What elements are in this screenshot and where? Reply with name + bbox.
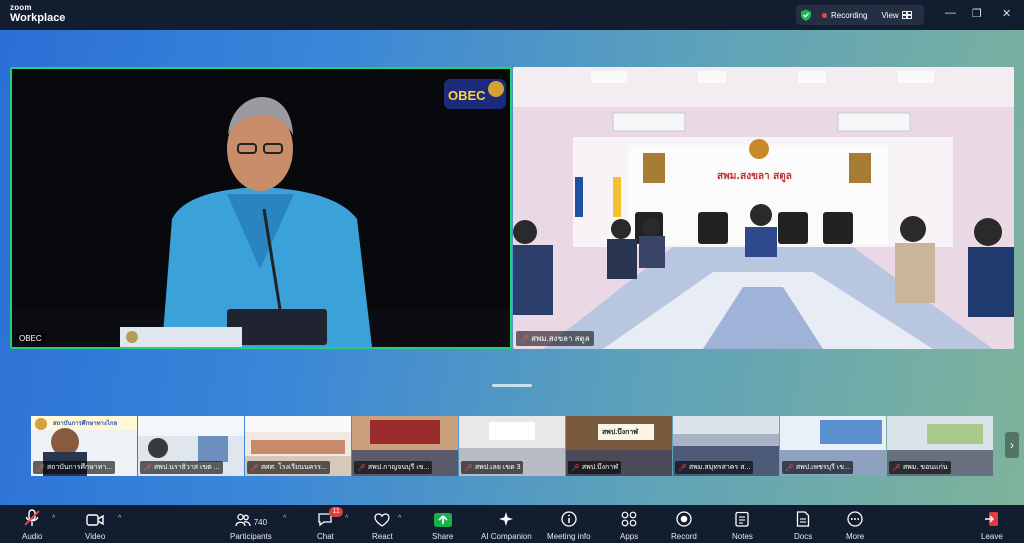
video-options-chevron-icon[interactable]: ^ <box>118 515 121 522</box>
apps-button[interactable]: Apps <box>620 509 638 541</box>
audio-options-chevron-icon[interactable]: ^ <box>52 515 55 522</box>
react-button[interactable]: React <box>372 509 393 541</box>
video-tile-songkhla[interactable]: สพม.สงขลา สตูล 🎤︎ สพม.สงขลา สตูล <box>513 67 1014 349</box>
thumb-sign: สพป.บึงกาฬ <box>602 429 639 436</box>
meeting-toolbar: Audio ^ Video ^ 740 Participants ^ 11 Ch… <box>0 505 1024 543</box>
video-button[interactable]: Video <box>85 509 105 541</box>
share-screen-icon <box>433 513 452 527</box>
thumb-tile-8[interactable]: 🎤︎ สพป.เพชรบุรี เข... <box>780 416 886 476</box>
record-button[interactable]: Record <box>671 509 697 541</box>
room-sign: สพม.สงขลา สตูล <box>717 171 792 183</box>
leave-button[interactable]: Leave <box>981 509 1003 541</box>
heart-icon <box>374 513 391 527</box>
notes-button[interactable]: Notes <box>732 509 753 541</box>
mic-muted-icon: 🎤︎ <box>464 464 473 472</box>
thumb-tile-5[interactable]: 🎤︎ สพป.เลย เขต 3 <box>459 416 565 476</box>
apps-icon <box>621 511 637 527</box>
participant-name-songkhla: 🎤︎ สพม.สงขลา สตูล <box>516 331 594 346</box>
mic-muted-icon: 🎤︎ <box>571 464 580 472</box>
thumb-tile-2[interactable]: 🎤︎ สพป.นราธิวาส เขต ... <box>138 416 244 476</box>
restore-button[interactable]: ❐ <box>972 7 982 20</box>
info-icon <box>561 511 577 527</box>
status-pill: Recording View <box>796 5 924 25</box>
close-button[interactable]: ✕ <box>1002 7 1011 20</box>
ai-companion-button[interactable]: AI Companion <box>481 509 532 541</box>
mic-muted-icon: 🎤︎ <box>785 464 794 472</box>
thumb-label: 🎤︎ สถาบันการศึกษาทา... <box>33 461 116 474</box>
docs-button[interactable]: Docs <box>794 509 812 541</box>
next-page-button[interactable]: › <box>1005 432 1019 458</box>
thumb-label: 🎤︎ สพม.สมุทรสาคร ส... <box>675 461 754 474</box>
thumb-label: 🎤︎ สพป.บึงกาฬ <box>568 461 621 474</box>
thumb-banner: สถาบันการศึกษาทางไกล <box>53 421 118 427</box>
chat-button[interactable]: 11 Chat <box>317 507 343 541</box>
react-options-chevron-icon[interactable]: ^ <box>398 515 401 522</box>
record-icon <box>676 511 692 527</box>
video-tile-obec[interactable]: OBEC OBEC <box>10 67 512 349</box>
resize-handle[interactable] <box>492 384 532 387</box>
shield-check-icon[interactable] <box>800 9 812 21</box>
chevron-right-icon: › <box>1010 438 1014 452</box>
docs-icon <box>796 511 810 527</box>
gallery-strip: สถาบันการศึกษาทางไกล 🎤︎ สถาบันการศึกษาทา.… <box>31 416 993 476</box>
meeting-info-button[interactable]: Meeting info <box>547 509 591 541</box>
thumb-tile-6[interactable]: สพป.บึงกาฬ 🎤︎ สพป.บึงกาฬ <box>566 416 672 476</box>
participants-count: 740 <box>253 518 268 527</box>
thumb-tile-4[interactable]: 🎤︎ สพป.กาญจนบุรี เข... <box>352 416 458 476</box>
mic-muted-icon: 🎤︎ <box>357 464 366 472</box>
recording-label[interactable]: Recording <box>831 11 867 20</box>
mic-muted-icon: 🎤︎ <box>520 336 529 343</box>
more-icon <box>847 511 863 527</box>
obec-logo-text: OBEC <box>448 88 486 103</box>
minimize-button[interactable]: — <box>945 7 956 19</box>
sparkle-icon <box>499 512 514 526</box>
conference-room-video: สพม.สงขลา สตูล <box>513 67 1014 349</box>
thumb-tile-3[interactable]: 🎤︎ สศศ. โรงเรียนนครร... <box>245 416 351 476</box>
leave-icon <box>984 512 998 526</box>
audio-button[interactable]: Audio <box>22 509 42 541</box>
thumb-label: 🎤︎ สพป.นราธิวาส เขต ... <box>140 461 223 474</box>
brand-bottom: Workplace <box>10 12 66 24</box>
view-label: View <box>881 10 899 20</box>
participants-options-chevron-icon[interactable]: ^ <box>283 515 286 522</box>
mic-muted-icon: 🎤︎ <box>892 464 901 472</box>
mic-muted-icon: 🎤︎ <box>36 464 45 472</box>
notes-icon <box>735 511 750 527</box>
participant-name-obec: OBEC <box>15 333 46 344</box>
share-button[interactable]: Share <box>432 509 453 541</box>
title-bar: zoom Workplace Recording View — ❐ ✕ <box>0 0 1024 30</box>
participants-icon <box>235 513 251 527</box>
brand-top: zoom <box>10 3 32 12</box>
zoom-logo: zoom Workplace <box>10 4 65 24</box>
speaker-video: OBEC <box>12 69 510 347</box>
mic-muted-icon <box>24 509 40 526</box>
chat-options-chevron-icon[interactable]: ^ <box>345 515 348 522</box>
mic-muted-icon: 🎤︎ <box>250 464 259 472</box>
grid-view-icon <box>901 11 912 19</box>
more-button[interactable]: More <box>846 509 864 541</box>
thumb-tile-9[interactable]: 🎤︎ สพม. ขอนแก่น <box>887 416 993 476</box>
thumb-label: 🎤︎ สพป.เลย เขต 3 <box>461 461 524 474</box>
recording-dot-icon <box>822 12 827 18</box>
view-button[interactable]: View <box>881 10 912 20</box>
thumb-label: 🎤︎ สพม. ขอนแก่น <box>889 461 951 474</box>
thumb-label: 🎤︎ สพป.เพชรบุรี เข... <box>782 461 853 474</box>
thumb-tile-7[interactable]: 🎤︎ สพม.สมุทรสาคร ส... <box>673 416 779 476</box>
participants-button[interactable]: 740 Participants <box>230 509 272 541</box>
thumb-label: 🎤︎ สศศ. โรงเรียนนครร... <box>247 461 330 474</box>
chat-badge: 11 <box>329 507 343 517</box>
mic-muted-icon: 🎤︎ <box>678 464 687 472</box>
video-camera-icon <box>86 514 104 526</box>
mic-muted-icon: 🎤︎ <box>143 464 152 472</box>
thumb-label: 🎤︎ สพป.กาญจนบุรี เข... <box>354 461 433 474</box>
thumb-tile-1[interactable]: สถาบันการศึกษาทางไกล 🎤︎ สถาบันการศึกษาทา.… <box>31 416 137 476</box>
